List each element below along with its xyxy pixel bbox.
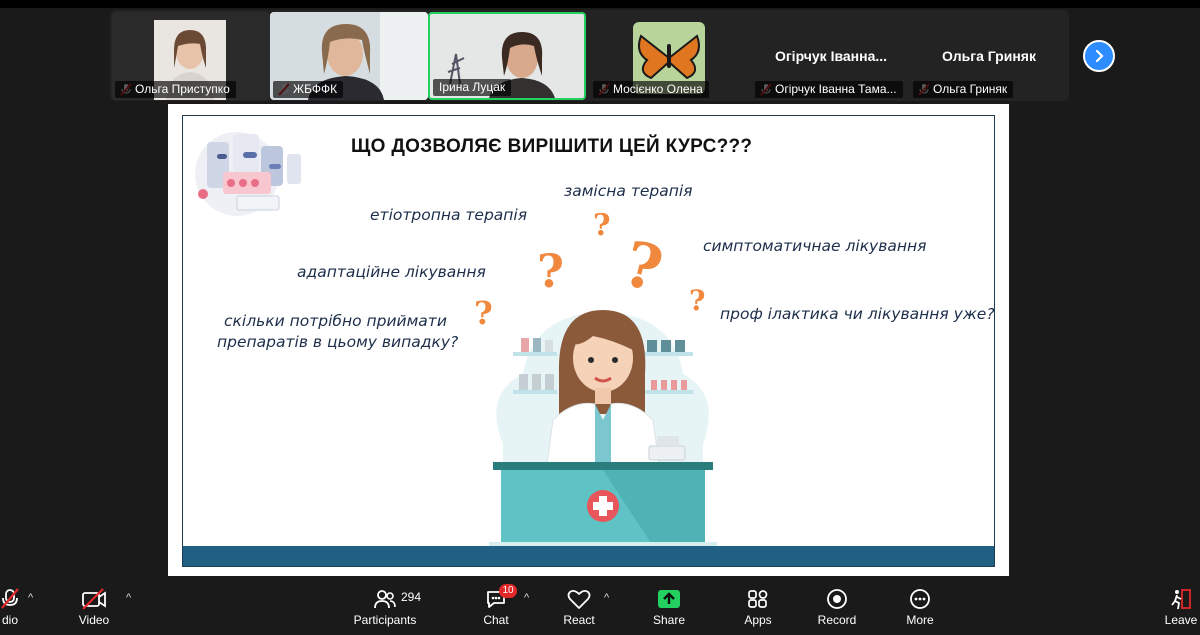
record-button[interactable]: Record [815, 578, 859, 635]
pharmacist-illustration [489, 310, 717, 556]
question-mark: ? [593, 208, 611, 243]
phrase-prophylaxis: проф ілактика чи лікування уже? [720, 305, 995, 323]
participant-name: Огірчук Іванна Тама... [755, 81, 903, 98]
phrase-etiotropic-therapy: етіотропна терапія [370, 206, 528, 224]
top-edge-bar [0, 0, 1200, 8]
participant-name: Ольга Гриняк [913, 81, 1014, 98]
apps-icon [748, 590, 768, 608]
pills-illustration [195, 132, 301, 216]
leave-button[interactable]: Leave [1162, 578, 1200, 635]
video-options-caret[interactable]: ^ [126, 592, 131, 604]
shared-screen: ЩО ДОЗВОЛЯЄ ВИРІШИТИ ЦЕЙ КУРС??? замісна… [168, 104, 1009, 576]
audio-label: dio [1, 613, 18, 627]
participant-name: Мосієнко Олена [593, 81, 709, 98]
apps-label: Apps [744, 613, 772, 627]
participants-label: Participants [353, 613, 417, 627]
audio-options-caret[interactable]: ^ [28, 592, 33, 604]
participant-tile[interactable]: Ольга Приступко [112, 12, 270, 100]
phrase-adaptation-treatment: адаптаційне лікування [297, 263, 486, 281]
participant-name: Ольга Приступко [115, 81, 236, 98]
chat-unread-badge: 10 [499, 584, 517, 598]
participant-display-name: Огірчук Іванна... [774, 48, 888, 64]
participant-tile-active-speaker[interactable]: Ірина Луцак [428, 12, 586, 100]
leave-icon [1171, 589, 1191, 610]
question-mark: ? [537, 244, 564, 298]
more-dots-icon [910, 589, 930, 609]
participant-tile[interactable]: ЖБФФК [270, 12, 428, 100]
chat-label: Chat [483, 613, 509, 627]
slide-title: ЩО ДОЗВОЛЯЄ ВИРІШИТИ ЦЕЙ КУРС??? [351, 136, 753, 157]
participant-tile[interactable]: Мосієнко Олена [590, 12, 748, 100]
heart-icon [567, 589, 591, 609]
react-options-caret[interactable]: ^ [604, 592, 609, 604]
chat-options-caret[interactable]: ^ [524, 592, 529, 604]
react-button[interactable]: React [557, 578, 601, 635]
react-label: React [563, 613, 595, 627]
share-screen-icon [658, 590, 680, 608]
participant-name: ЖБФФК [273, 81, 344, 98]
audio-button[interactable]: dio [0, 578, 32, 635]
video-off-icon [82, 588, 106, 610]
phrase-symptomatic-treatment: симптоматичнае лікування [703, 237, 927, 255]
leave-label: Leave [1164, 613, 1198, 627]
participants-button[interactable]: Participants [350, 578, 420, 635]
muted-mic-icon [1, 588, 19, 609]
meeting-toolbar: dio ^ Video ^ Participants 294 Chat 10 ^… [0, 578, 1200, 635]
phrase-how-many-line2: препаратів в цьому випадку? [217, 333, 459, 351]
slide-footer-band [183, 546, 994, 566]
presentation-slide: ЩО ДОЗВОЛЯЄ ВИРІШИТИ ЦЕЙ КУРС??? замісна… [182, 115, 995, 567]
participants-icon [374, 590, 396, 609]
more-button[interactable]: More [898, 578, 942, 635]
video-label: Video [78, 613, 110, 627]
video-button[interactable]: Video [72, 578, 116, 635]
phrase-how-many-line1: скільки потрібно приймати [224, 312, 447, 330]
chevron-right-icon [1095, 49, 1104, 63]
participant-name: Ірина Луцак [433, 79, 512, 96]
share-label: Share [652, 613, 686, 627]
more-label: More [906, 613, 934, 627]
share-button[interactable]: Share [647, 578, 691, 635]
next-page-button[interactable] [1083, 40, 1115, 72]
phrase-replacement-therapy: замісна терапія [564, 182, 693, 200]
record-icon [827, 589, 847, 609]
participants-count: 294 [401, 590, 422, 604]
record-label: Record [817, 613, 857, 627]
apps-button[interactable]: Apps [736, 578, 780, 635]
participant-display-name: Ольга Гриняк [942, 48, 1036, 64]
